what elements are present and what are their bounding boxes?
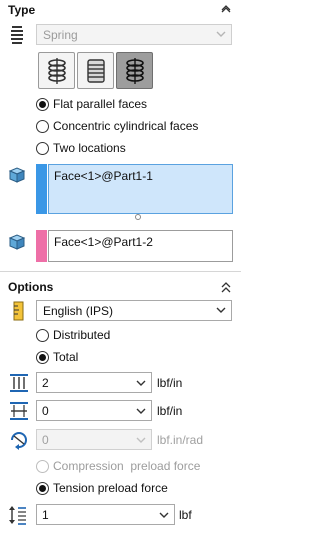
radio-button[interactable] bbox=[36, 97, 49, 111]
axial-stiffness-value: 2 bbox=[42, 375, 49, 390]
radio-label: Compression preload force bbox=[53, 459, 201, 473]
radio-button[interactable] bbox=[36, 328, 49, 342]
chevron-down-icon[interactable] bbox=[136, 378, 146, 388]
radio-button[interactable] bbox=[36, 141, 49, 155]
units-ruler-icon bbox=[8, 300, 30, 322]
chevron-down-icon[interactable] bbox=[136, 406, 146, 416]
collapse-icon[interactable] bbox=[219, 280, 233, 294]
rotational-stiffness-input: 0 bbox=[36, 429, 152, 450]
section-divider bbox=[0, 271, 241, 272]
extension-spring-icon bbox=[86, 58, 105, 83]
chevron-down-icon bbox=[216, 31, 226, 37]
radio-button[interactable] bbox=[36, 350, 49, 364]
lateral-stiffness-input[interactable]: 0 bbox=[36, 400, 152, 421]
axial-stiffness-icon bbox=[8, 372, 30, 394]
preload-force-input[interactable]: 1 bbox=[36, 504, 175, 525]
radio-label: Flat parallel faces bbox=[53, 97, 148, 111]
axial-stiffness-input[interactable]: 2 bbox=[36, 372, 152, 393]
radio-label: Total bbox=[53, 350, 79, 364]
face-selection-box-1[interactable]: Face<1>@Part1-1 bbox=[48, 164, 233, 214]
compression-spring-icon bbox=[47, 57, 66, 84]
selection-color-bar-1 bbox=[36, 164, 47, 214]
radio-tension-preload[interactable]: Tension preload force bbox=[36, 479, 168, 497]
radio-flat-parallel-faces[interactable]: Flat parallel faces bbox=[36, 95, 147, 113]
preload-force-icon bbox=[8, 504, 30, 526]
radio-two-locations[interactable]: Two locations bbox=[36, 139, 126, 157]
options-section-title: Options bbox=[8, 280, 54, 294]
lateral-stiffness-unit: lbf/in bbox=[157, 404, 183, 418]
radio-button[interactable] bbox=[36, 119, 49, 133]
units-select[interactable]: English (IPS) bbox=[36, 300, 232, 321]
torsion-spring-icon bbox=[125, 57, 144, 84]
preload-force-value: 1 bbox=[42, 507, 49, 522]
lateral-stiffness-icon bbox=[8, 400, 30, 422]
spring-type-icon bbox=[7, 25, 27, 45]
face-selection-icon bbox=[7, 165, 27, 185]
rotational-stiffness-value: 0 bbox=[42, 432, 49, 447]
spring-type-value: Spring bbox=[43, 27, 78, 42]
selection-item[interactable]: Face<1>@Part1-2 bbox=[54, 235, 153, 249]
resize-grip[interactable] bbox=[135, 214, 141, 220]
radio-total[interactable]: Total bbox=[36, 348, 78, 366]
radio-compression-preload: Compression preload force bbox=[36, 457, 200, 475]
radio-distributed[interactable]: Distributed bbox=[36, 326, 110, 344]
collapse-icon[interactable] bbox=[219, 3, 233, 17]
radio-label: Two locations bbox=[53, 141, 126, 155]
radio-label: Tension preload force bbox=[53, 481, 168, 495]
lateral-stiffness-value: 0 bbox=[42, 403, 49, 418]
rotational-stiffness-unit: lbf.in/rad bbox=[157, 433, 204, 447]
radio-label: Distributed bbox=[53, 328, 111, 342]
spring-type-select: Spring bbox=[36, 24, 232, 45]
radio-button[interactable] bbox=[36, 481, 49, 495]
compression-spring-button[interactable] bbox=[38, 52, 75, 89]
options-section-header[interactable]: Options bbox=[0, 277, 241, 297]
radio-concentric-cylindrical-faces[interactable]: Concentric cylindrical faces bbox=[36, 117, 198, 135]
extension-spring-button[interactable] bbox=[77, 52, 114, 89]
chevron-down-icon[interactable] bbox=[159, 510, 169, 520]
axial-stiffness-unit: lbf/in bbox=[157, 376, 183, 390]
selection-item[interactable]: Face<1>@Part1-1 bbox=[54, 169, 153, 183]
chevron-down-icon bbox=[216, 307, 226, 313]
face-selection-box-2[interactable]: Face<1>@Part1-2 bbox=[48, 230, 233, 262]
radio-label: Concentric cylindrical faces bbox=[53, 119, 199, 133]
preload-force-unit: lbf bbox=[179, 508, 192, 522]
radio-button bbox=[36, 459, 49, 473]
rotational-stiffness-icon bbox=[8, 429, 30, 451]
units-value: English (IPS) bbox=[43, 303, 114, 318]
type-section-title: Type bbox=[8, 3, 36, 17]
type-section-header[interactable]: Type bbox=[0, 0, 241, 20]
selection-color-bar-2 bbox=[36, 230, 47, 262]
property-manager-panel: Type Spring Flat parallel faces Concentr… bbox=[0, 0, 241, 537]
torsion-spring-button[interactable] bbox=[116, 52, 153, 89]
face-selection-icon bbox=[7, 232, 27, 252]
chevron-down-icon bbox=[136, 437, 146, 443]
